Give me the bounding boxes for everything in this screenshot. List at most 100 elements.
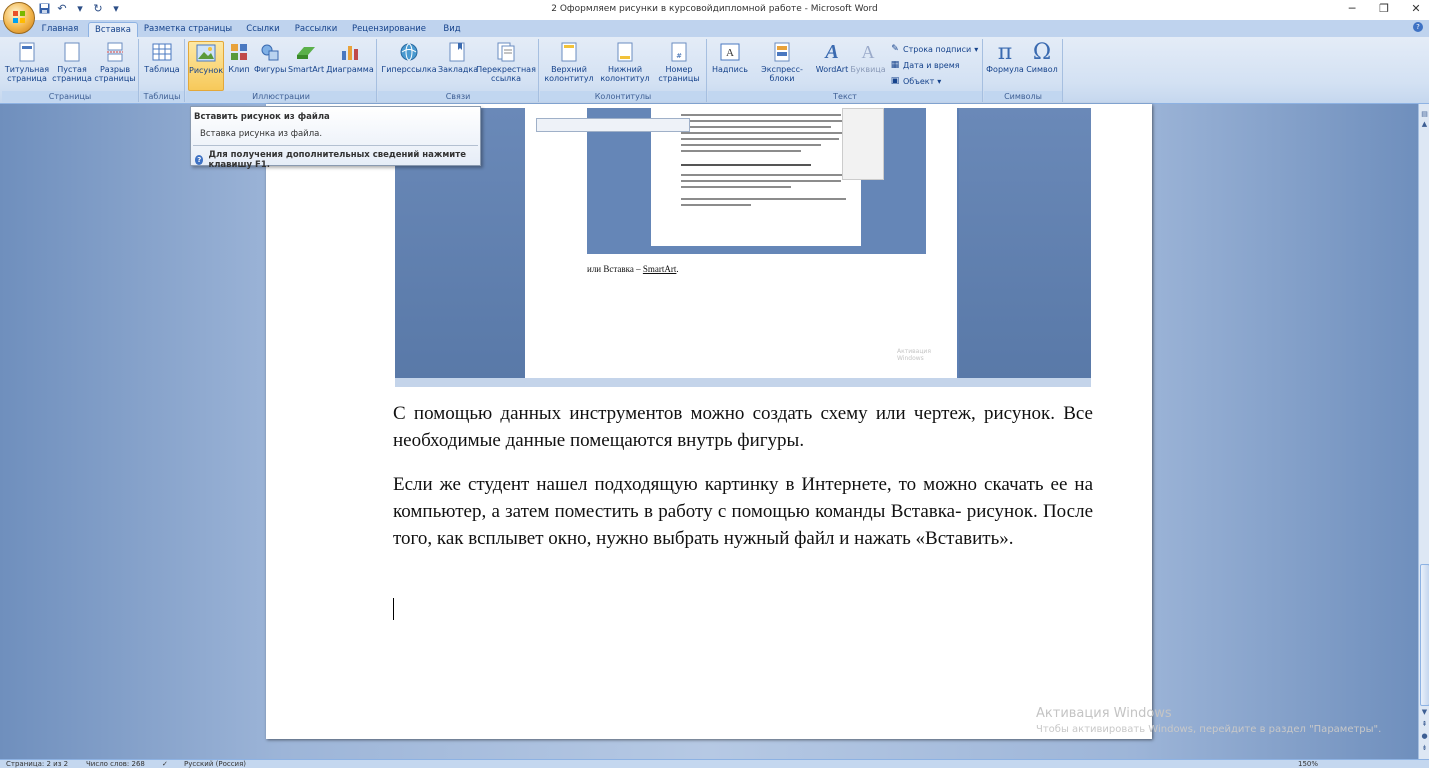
cross-reference-label: Перекрестная ссылка — [476, 65, 536, 83]
blank-page-button[interactable]: Пустая страница — [52, 41, 92, 83]
previous-page-icon[interactable]: ⇞ — [1420, 720, 1429, 729]
symbol-button[interactable]: Ω Символ — [1024, 41, 1060, 74]
office-button[interactable] — [3, 2, 35, 34]
tooltip-title: Вставить рисунок из файла — [194, 112, 330, 122]
picture-tooltip: Вставить рисунок из файла Вставка рисунк… — [190, 106, 481, 170]
scroll-up-icon[interactable]: ▲ — [1420, 120, 1429, 129]
bookmark-label: Закладка — [438, 65, 479, 74]
activation-watermark-text: Чтобы активировать Windows, перейдите в … — [1036, 724, 1382, 735]
office-logo-icon — [12, 10, 26, 24]
equation-button[interactable]: π Формула — [986, 41, 1024, 74]
group-pages-label: Страницы — [2, 91, 138, 102]
globe-icon — [398, 41, 420, 63]
group-links-label: Связи — [378, 91, 538, 102]
page-number-label: Номер страницы — [658, 65, 700, 83]
picture-button[interactable]: Рисунок — [188, 41, 224, 91]
textbox-button[interactable]: A Надпись — [710, 41, 750, 74]
browse-object-icon[interactable]: ● — [1420, 732, 1429, 741]
header-label: Верхний колонтитул — [544, 65, 594, 83]
group-text-label: Текст — [708, 91, 982, 102]
header-button[interactable]: Верхний колонтитул — [542, 41, 596, 83]
close-button[interactable]: ✕ — [1409, 2, 1423, 16]
vertical-scrollbar[interactable]: ▤ ▲ ▼ ⇞ ● ⇟ — [1418, 104, 1429, 759]
tab-view[interactable]: Вид — [438, 22, 466, 37]
object-button[interactable]: ▣ Объект ▾ — [890, 76, 942, 86]
document-page[interactable]: или Вставка – SmartArt. Активация Window… — [266, 104, 1152, 739]
object-label: Объект — [903, 76, 935, 86]
scroll-down-icon[interactable]: ▼ — [1420, 708, 1429, 717]
svg-text:A: A — [726, 47, 734, 59]
shapes-button[interactable]: Фигуры — [254, 41, 286, 74]
object-icon: ▣ — [890, 76, 900, 86]
maximize-button[interactable]: ❐ — [1377, 2, 1391, 16]
tooltip-help-text: Для получения дополнительных сведений на… — [208, 150, 466, 170]
textbox-icon: A — [719, 41, 741, 63]
footer-label: Нижний колонтитул — [600, 65, 650, 83]
clip-button[interactable]: Клип — [226, 41, 252, 74]
dropcap-button[interactable]: A Буквица — [850, 41, 886, 75]
smartart-icon — [295, 41, 317, 63]
chart-button[interactable]: Диаграмма — [326, 41, 374, 74]
footer-button[interactable]: Нижний колонтитул — [598, 41, 652, 83]
wordart-icon: A — [825, 40, 839, 63]
footer-icon — [614, 41, 636, 63]
signature-line-button[interactable]: ✎ Строка подписи ▾ — [890, 44, 978, 54]
quick-parts-label: Экспресс-блоки — [761, 65, 803, 83]
pi-icon: π — [997, 39, 1013, 65]
calendar-icon: ▦ — [890, 60, 900, 70]
table-label: Таблица — [144, 65, 180, 74]
table-icon — [151, 41, 173, 63]
picture-label: Рисунок — [189, 66, 224, 75]
tab-page-layout[interactable]: Разметка страницы — [143, 22, 233, 37]
bookmark-button[interactable]: Закладка — [438, 41, 479, 74]
shapes-label: Фигуры — [254, 65, 287, 74]
quick-parts-button[interactable]: Экспресс-блоки — [750, 41, 814, 83]
minimize-button[interactable]: ─ — [1345, 2, 1359, 16]
shapes-icon — [259, 41, 281, 63]
tab-home[interactable]: Главная — [38, 22, 82, 37]
group-symbols: π Формула Ω Символ Символы — [984, 39, 1063, 102]
group-illustrations: Рисунок Клип Фигуры SmartArt Диаграмма И… — [186, 39, 377, 102]
embedded-caption: или Вставка – SmartArt. — [587, 264, 679, 274]
group-links: Гиперссылка Закладка Перекрестная ссылка… — [378, 39, 539, 102]
wordart-button[interactable]: A WordArt — [814, 40, 850, 75]
title-page-icon — [16, 41, 38, 63]
page-break-icon — [104, 41, 126, 63]
smartart-button[interactable]: SmartArt — [288, 41, 324, 74]
quick-parts-icon — [771, 41, 793, 63]
tab-review[interactable]: Рецензирование — [350, 22, 428, 37]
page-number-button[interactable]: # Номер страницы — [654, 41, 704, 83]
table-button[interactable]: Таблица — [142, 41, 182, 74]
hyperlink-button[interactable]: Гиперссылка — [380, 41, 438, 74]
bookmark-icon — [446, 41, 468, 63]
paragraph-2: Если же студент нашел подходящую картинк… — [393, 474, 1093, 549]
chevron-down-icon: ▾ — [937, 76, 942, 86]
embedded-sidebar — [842, 108, 884, 180]
ruler-toggle-icon[interactable]: ▤ — [1420, 110, 1429, 119]
embedded-statusbar — [395, 378, 1091, 387]
blank-page-label: Пустая страница — [52, 65, 92, 83]
header-icon — [558, 41, 580, 63]
scrollbar-thumb[interactable] — [1420, 564, 1429, 706]
page-number-icon: # — [668, 41, 690, 63]
window-title: 2 Оформляем рисунки в курсовойдипломной … — [551, 4, 878, 14]
embedded-screenshot[interactable]: или Вставка – SmartArt. Активация Window… — [395, 108, 1091, 387]
tab-mailings[interactable]: Рассылки — [292, 22, 340, 37]
page-break-label: Разрыв страницы — [94, 65, 136, 83]
group-header-footer: Верхний колонтитул Нижний колонтитул # Н… — [540, 39, 707, 102]
page-break-button[interactable]: Разрыв страницы — [94, 41, 136, 83]
tooltip-help: ? Для получения дополнительных сведений … — [195, 150, 480, 170]
date-time-button[interactable]: ▦ Дата и время — [890, 60, 960, 70]
help-icon[interactable]: ? — [1413, 22, 1423, 32]
picture-icon — [195, 42, 217, 64]
next-page-icon[interactable]: ⇟ — [1420, 744, 1429, 753]
group-pages: Титульная страница Пустая страница Разры… — [2, 39, 139, 102]
tab-references[interactable]: Ссылки — [241, 22, 285, 37]
dropcap-icon: A — [861, 41, 875, 62]
title-page-button[interactable]: Титульная страница — [4, 41, 50, 83]
wordart-label: WordArt — [815, 65, 849, 74]
cross-reference-button[interactable]: Перекрестная ссылка — [476, 41, 536, 83]
group-tables-label: Таблицы — [140, 91, 184, 102]
title-page-label: Титульная страница — [4, 65, 50, 83]
tab-insert[interactable]: Вставка — [88, 22, 138, 38]
